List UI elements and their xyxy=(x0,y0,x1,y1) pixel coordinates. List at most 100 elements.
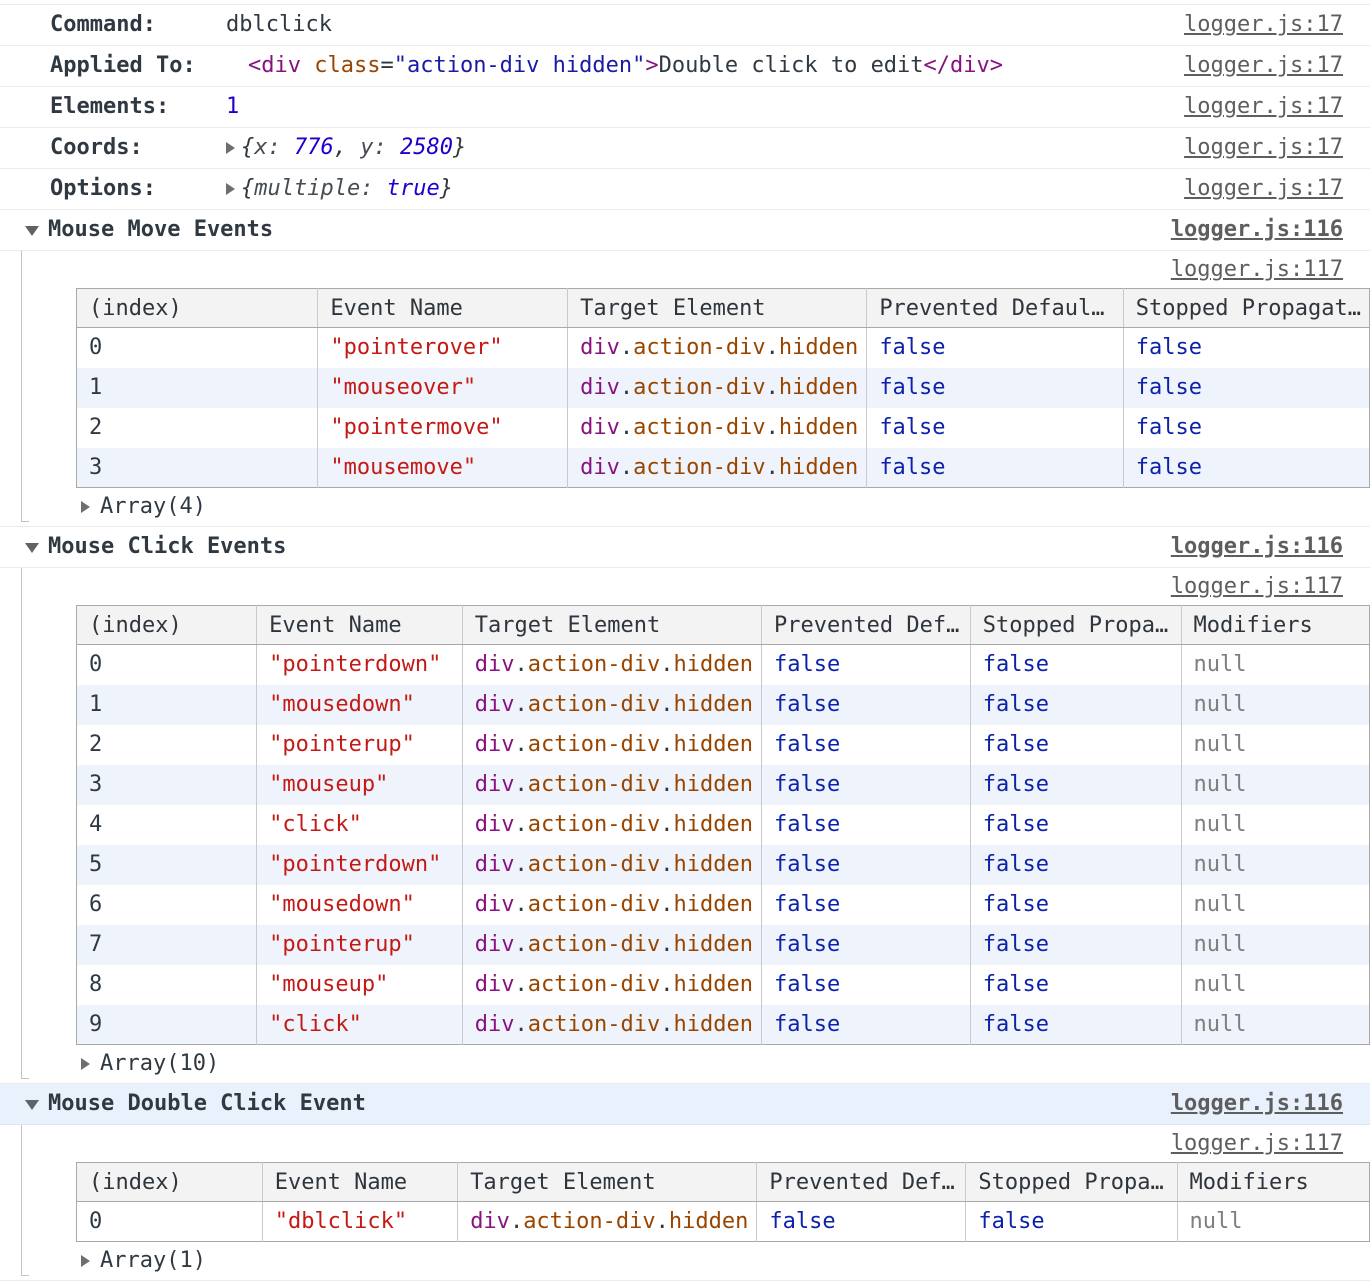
source-link[interactable]: logger.js:17 xyxy=(1184,87,1343,127)
selector-dot: . xyxy=(515,932,528,957)
source-link[interactable]: logger.js:116 xyxy=(1171,1084,1343,1124)
cell-target-element: div.action-div.hidden xyxy=(462,725,761,765)
cell-stopped-propagation: false xyxy=(1123,448,1369,488)
cell-index: 9 xyxy=(77,1005,257,1045)
selector-class: hidden xyxy=(673,812,752,837)
selector-tag: div xyxy=(475,1012,515,1037)
expand-triangle-icon[interactable] xyxy=(81,1255,90,1267)
column-header-index[interactable]: (index) xyxy=(77,1163,263,1202)
selector-tag: div xyxy=(470,1209,510,1234)
table-row: 0"dblclick"div.action-div.hiddenfalsefal… xyxy=(77,1202,1370,1242)
object-preview[interactable]: {x: 776, y: 2580} xyxy=(241,135,466,160)
selector-class: hidden xyxy=(669,1209,748,1234)
cell-modifiers: null xyxy=(1181,1005,1369,1045)
column-header-target-element[interactable]: Target Element xyxy=(568,289,867,328)
group-header-mouse-move-events[interactable]: Mouse Move Events logger.js:116 xyxy=(0,210,1370,251)
selector-dot: . xyxy=(766,415,779,440)
command-value: dblclick xyxy=(226,12,332,37)
cell-event-name: "mouseup" xyxy=(257,965,463,1005)
source-link[interactable]: logger.js:17 xyxy=(1184,128,1343,168)
column-header-prevented-default[interactable]: Prevented Defaul… xyxy=(867,289,1123,328)
column-header-index[interactable]: (index) xyxy=(77,289,318,328)
expand-triangle-icon[interactable] xyxy=(81,501,90,513)
cell-target-element: div.action-div.hidden xyxy=(458,1202,757,1242)
expand-triangle-icon[interactable] xyxy=(226,142,235,154)
selector-dot: . xyxy=(656,1209,669,1234)
cell-prevented-default: false xyxy=(761,1005,970,1045)
column-header-event-name[interactable]: Event Name xyxy=(257,606,463,645)
selector-tag: div xyxy=(475,852,515,877)
table-row: 4"click"div.action-div.hiddenfalsefalsen… xyxy=(77,805,1370,845)
cell-prevented-default: false xyxy=(867,448,1123,488)
source-link[interactable]: logger.js:17 xyxy=(1184,46,1343,86)
column-header-prevented-default[interactable]: Prevented Def… xyxy=(761,606,970,645)
source-link[interactable]: logger.js:117 xyxy=(1171,251,1343,288)
cell-stopped-propagation: false xyxy=(970,1005,1181,1045)
column-header-prevented-default[interactable]: Prevented Def… xyxy=(757,1163,966,1202)
table-row: 2"pointerup"div.action-div.hiddenfalsefa… xyxy=(77,725,1370,765)
selector-class: hidden xyxy=(673,692,752,717)
source-link[interactable]: logger.js:17 xyxy=(1184,169,1343,209)
cell-event-name: "pointermove" xyxy=(318,408,568,448)
group-header-mouse-double-click-event[interactable]: Mouse Double Click Event logger.js:116 xyxy=(0,1084,1370,1125)
source-link[interactable]: logger.js:116 xyxy=(1171,527,1343,567)
cell-target-element: div.action-div.hidden xyxy=(462,885,761,925)
array-label: Array(1) xyxy=(100,1248,206,1273)
cell-target-element: div.action-div.hidden xyxy=(568,448,867,488)
cell-stopped-propagation: false xyxy=(970,765,1181,805)
array-summary[interactable]: Array(4) xyxy=(0,488,1370,526)
collapse-triangle-icon[interactable] xyxy=(25,543,39,553)
log-entry-elements: Elements:1 logger.js:17 xyxy=(0,87,1370,128)
cell-modifiers: null xyxy=(1177,1202,1370,1242)
column-header-index[interactable]: (index) xyxy=(77,606,257,645)
group-header-mouse-click-events[interactable]: Mouse Click Events logger.js:116 xyxy=(0,527,1370,568)
column-header-modifiers[interactable]: Modifiers xyxy=(1177,1163,1370,1202)
selector-class: hidden xyxy=(673,972,752,997)
array-summary[interactable]: Array(10) xyxy=(0,1045,1370,1083)
selector-class: hidden xyxy=(779,335,858,360)
table-row: 0"pointerdown"div.action-div.hiddenfalse… xyxy=(77,645,1370,685)
column-header-stopped-propagation[interactable]: Stopped Propa… xyxy=(970,606,1181,645)
table-log-line: logger.js:117 xyxy=(0,1125,1370,1162)
selector-dot: . xyxy=(660,852,673,877)
selector-dot: . xyxy=(660,972,673,997)
table-log-line: logger.js:117 xyxy=(0,568,1370,605)
group-body-mouse-move-events: logger.js:117 (index)Event NameTarget El… xyxy=(0,251,1370,527)
cell-index: 0 xyxy=(77,1202,263,1242)
source-link[interactable]: logger.js:117 xyxy=(1171,568,1343,605)
array-summary[interactable]: Array(1) xyxy=(0,1242,1370,1280)
selector-tag: div xyxy=(475,692,515,717)
selector-tag: div xyxy=(475,932,515,957)
cell-prevented-default: false xyxy=(867,368,1123,408)
source-link[interactable]: logger.js:116 xyxy=(1171,210,1343,250)
events-table-mouse-move: (index)Event NameTarget ElementPrevented… xyxy=(76,288,1370,488)
selector-dot: . xyxy=(515,692,528,717)
expand-triangle-icon[interactable] xyxy=(226,183,235,195)
selector-dot: . xyxy=(620,335,633,360)
expand-triangle-icon[interactable] xyxy=(81,1058,90,1070)
source-link[interactable]: logger.js:117 xyxy=(1171,1125,1343,1162)
source-link[interactable]: logger.js:17 xyxy=(1184,5,1343,45)
cell-modifiers: null xyxy=(1181,885,1369,925)
cell-target-element: div.action-div.hidden xyxy=(568,328,867,368)
column-header-event-name[interactable]: Event Name xyxy=(262,1163,457,1202)
cell-prevented-default: false xyxy=(867,408,1123,448)
cell-index: 6 xyxy=(77,885,257,925)
cell-prevented-default: false xyxy=(761,645,970,685)
collapse-triangle-icon[interactable] xyxy=(25,1100,39,1110)
collapse-triangle-icon[interactable] xyxy=(25,226,39,236)
column-header-target-element[interactable]: Target Element xyxy=(458,1163,757,1202)
column-header-stopped-propagation[interactable]: Stopped Propagat… xyxy=(1123,289,1369,328)
column-header-target-element[interactable]: Target Element xyxy=(462,606,761,645)
options-label: Options: xyxy=(50,169,226,209)
cell-target-element: div.action-div.hidden xyxy=(568,408,867,448)
cell-event-name: "dblclick" xyxy=(262,1202,457,1242)
html-element-preview[interactable]: <div class="action-div hidden">Double cl… xyxy=(248,53,1003,78)
column-header-event-name[interactable]: Event Name xyxy=(318,289,568,328)
column-header-stopped-propagation[interactable]: Stopped Propa… xyxy=(966,1163,1177,1202)
selector-dot: . xyxy=(515,892,528,917)
column-header-modifiers[interactable]: Modifiers xyxy=(1181,606,1369,645)
object-preview[interactable]: {multiple: true} xyxy=(241,176,453,201)
array-label: Array(4) xyxy=(100,494,206,519)
cell-stopped-propagation: false xyxy=(966,1202,1177,1242)
